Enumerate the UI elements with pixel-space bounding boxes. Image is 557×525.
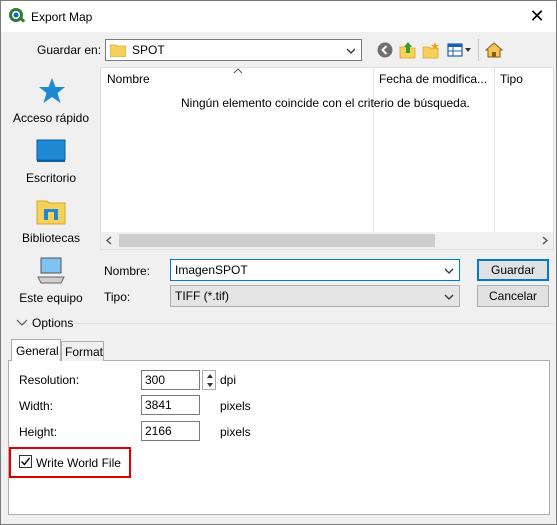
place-label: Escritorio <box>25 171 76 185</box>
computer-icon <box>37 257 65 284</box>
title-bar: Export Map ✕ <box>1 1 556 32</box>
width-value: 3841 <box>145 398 172 412</box>
place-this-pc[interactable]: Este equipo <box>5 257 97 311</box>
cancel-button[interactable]: Cancelar <box>477 285 549 307</box>
options-toggle-label[interactable]: Options <box>32 316 73 330</box>
file-list[interactable]: Nombre Fecha de modifica... Tipo Ningún … <box>100 67 554 250</box>
look-in-combobox[interactable]: SPOT <box>105 39 362 61</box>
window-title: Export Map <box>31 10 93 24</box>
height-value: 2166 <box>145 424 172 438</box>
width-label: Width: <box>19 399 54 413</box>
column-separator <box>494 68 495 233</box>
resolution-input[interactable]: 300 <box>141 370 200 390</box>
resolution-value: 300 <box>145 373 166 387</box>
home-icon[interactable] <box>485 41 503 59</box>
toolbar-divider <box>478 39 479 61</box>
spin-up-icon[interactable] <box>206 372 214 380</box>
width-input[interactable]: 3841 <box>141 395 200 415</box>
tab-label: Format <box>65 345 104 359</box>
back-icon[interactable] <box>376 41 394 59</box>
tab-general[interactable]: General <box>11 339 61 361</box>
file-name-value: ImagenSPOT <box>175 263 248 277</box>
column-header-type[interactable]: Tipo <box>500 72 523 86</box>
column-separator <box>373 68 374 233</box>
height-input[interactable]: 2166 <box>141 421 200 441</box>
tab-panel-general <box>8 360 550 515</box>
tab-format[interactable]: Format <box>61 341 104 361</box>
up-folder-icon[interactable] <box>399 41 417 59</box>
tab-label: General <box>16 344 59 358</box>
scroll-right-icon[interactable] <box>541 236 549 245</box>
star-icon <box>39 78 65 103</box>
place-libraries[interactable]: Bibliotecas <box>5 197 97 251</box>
save-button[interactable]: Guardar <box>477 259 549 281</box>
close-button[interactable]: ✕ <box>526 5 548 27</box>
places-bar: Acceso rápido Escritorio Bibliotecas Est… <box>5 67 97 313</box>
horizontal-scrollbar[interactable] <box>101 232 553 249</box>
chevron-down-icon <box>444 294 454 300</box>
folder-icon <box>110 44 126 57</box>
column-header-name[interactable]: Nombre <box>107 72 150 86</box>
spin-down-icon[interactable] <box>206 381 214 389</box>
height-unit: pixels <box>220 425 251 439</box>
scrollbar-thumb[interactable] <box>119 234 435 247</box>
resolution-unit: dpi <box>220 373 237 387</box>
place-label: Este equipo <box>19 291 83 305</box>
libraries-icon <box>36 200 66 225</box>
sort-ascending-icon <box>233 68 243 74</box>
place-desktop[interactable]: Escritorio <box>5 137 97 191</box>
empty-message: Ningún elemento coincide con el criterio… <box>181 96 470 110</box>
options-divider <box>75 323 553 324</box>
resolution-spinner[interactable] <box>202 370 216 390</box>
height-label: Height: <box>19 425 58 439</box>
file-name-input[interactable]: ImagenSPOT <box>170 259 460 281</box>
place-label: Bibliotecas <box>21 231 81 245</box>
view-menu-icon[interactable] <box>447 41 473 59</box>
file-name-label: Nombre: <box>104 264 151 278</box>
resolution-label: Resolution: <box>19 373 80 387</box>
look-in-value: SPOT <box>132 43 165 57</box>
file-type-label: Tipo: <box>104 290 131 304</box>
file-type-value: TIFF (*.tif) <box>175 289 229 303</box>
highlight-annotation <box>9 447 131 478</box>
place-quick-access[interactable]: Acceso rápido <box>5 77 97 131</box>
export-map-dialog: Export Map ✕ Guardar en: SPOT Acceso ráp… <box>0 0 557 525</box>
scroll-left-icon[interactable] <box>105 236 113 245</box>
width-unit: pixels <box>220 399 251 413</box>
chevron-down-icon[interactable] <box>443 265 455 277</box>
desktop-icon <box>36 139 66 162</box>
look-in-label: Guardar en: <box>37 43 102 57</box>
collapse-chevron-icon[interactable] <box>16 319 28 327</box>
place-label: Acceso rápido <box>12 111 90 125</box>
column-header-date[interactable]: Fecha de modifica... <box>379 72 487 86</box>
new-folder-icon[interactable] <box>422 41 440 59</box>
file-type-select[interactable]: TIFF (*.tif) <box>170 285 460 307</box>
app-globe-icon <box>9 8 26 23</box>
chevron-down-icon <box>346 48 356 54</box>
